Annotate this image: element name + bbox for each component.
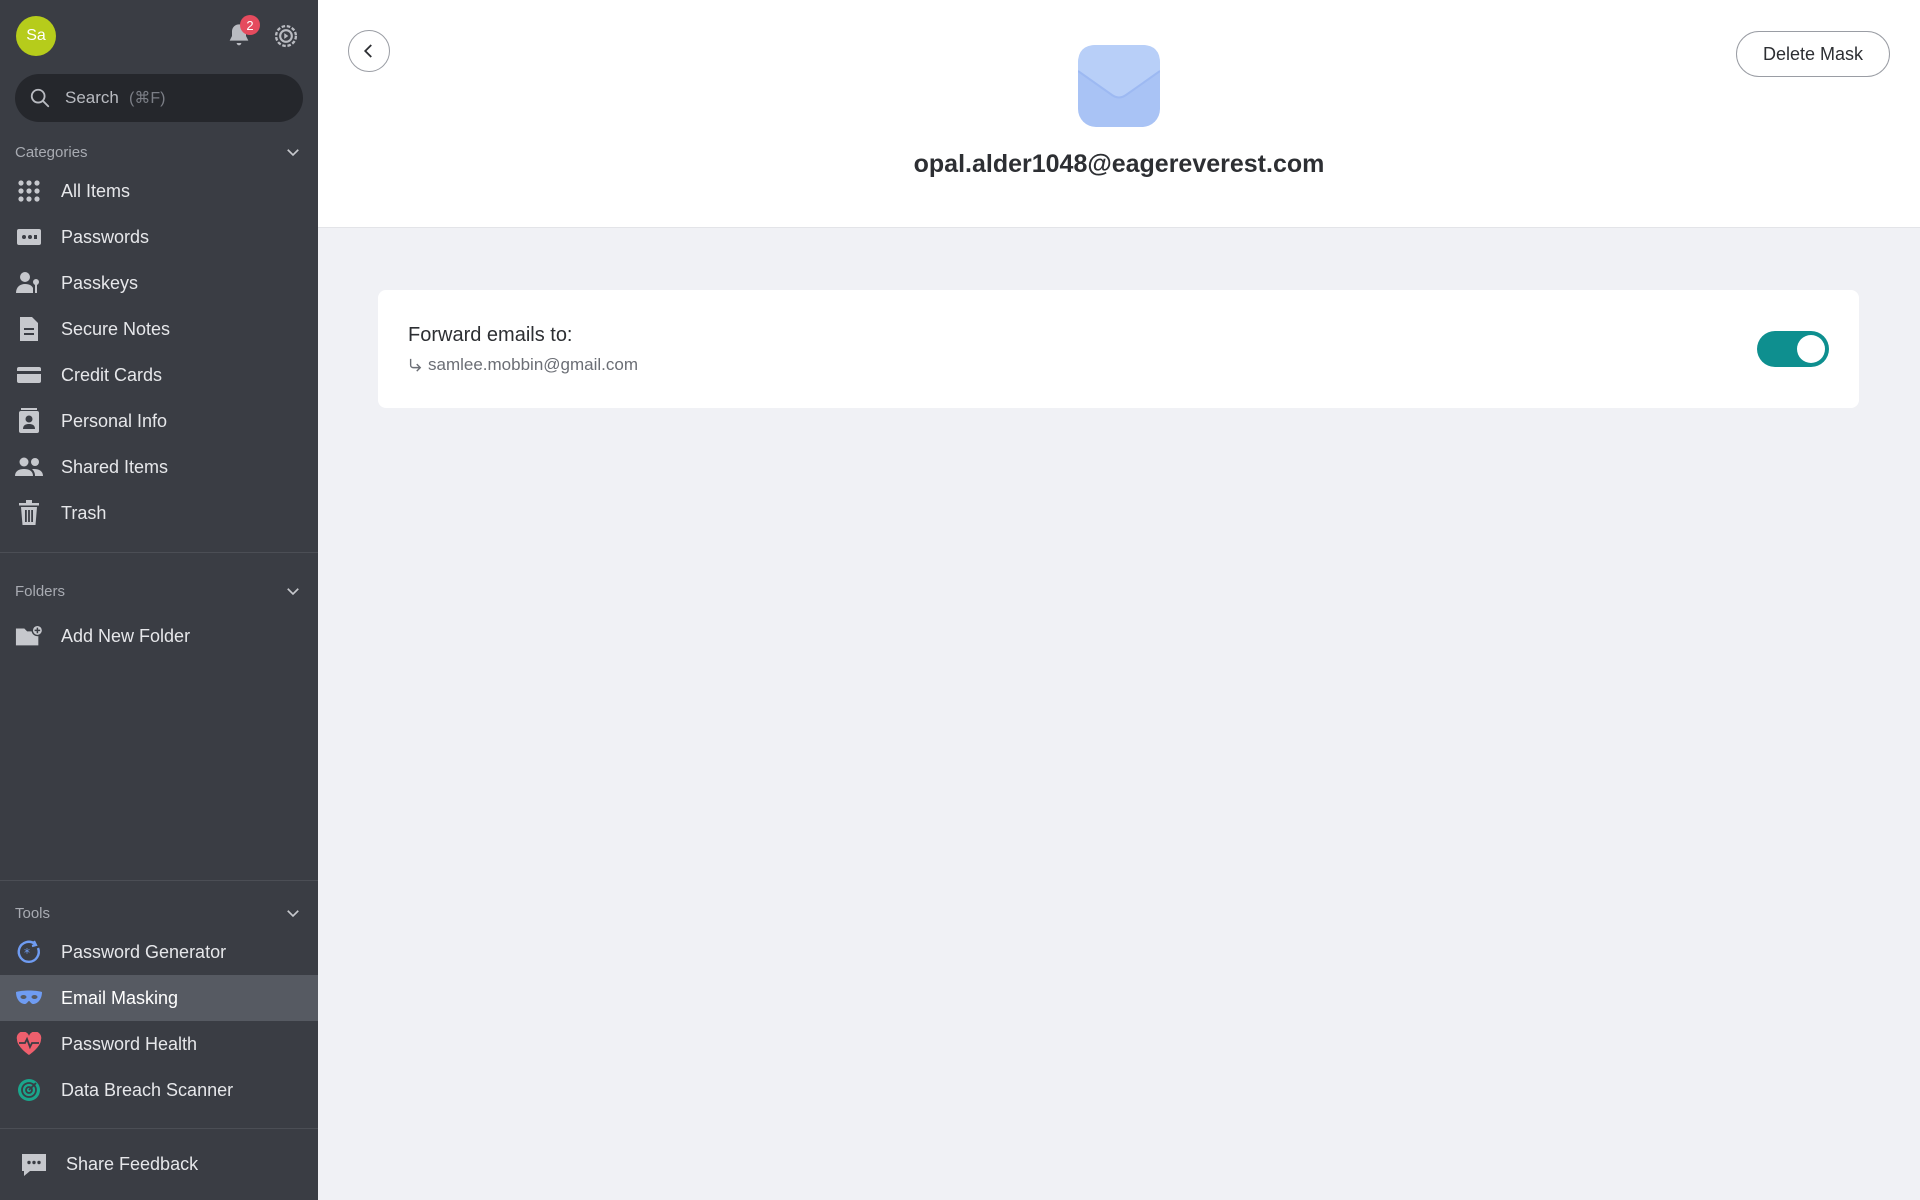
forward-emails-label: Forward emails to: (408, 323, 573, 346)
mask-detail-header: opal.alder1048@eagereverest.com Delete M… (318, 0, 1920, 228)
sidebar: Sa 2 (⌘F) Categories (0, 0, 318, 1200)
heart-pulse-icon (15, 1030, 43, 1058)
forward-target-email: samlee.mobbin@gmail.com (428, 354, 639, 374)
sidebar-divider (0, 552, 318, 553)
categories-title: Categories (15, 143, 88, 161)
sidebar-item-label: Password Generator (61, 941, 227, 962)
forward-emails-text: Forward emails to: samlee.mobbin@gmail.c… (408, 324, 638, 375)
sidebar-item-label: Trash (61, 502, 107, 523)
sidebar-item-label: Shared Items (61, 456, 169, 477)
folder-plus-icon (15, 622, 43, 650)
top-icons: 2 (222, 15, 302, 53)
sidebar-item-label: Email Masking (61, 987, 179, 1008)
forward-emails-card: Forward emails to: samlee.mobbin@gmail.c… (378, 290, 1859, 408)
contact-icon (15, 407, 43, 435)
sidebar-item-label: Secure Notes (61, 318, 171, 339)
tools-section: Tools * Password Generator Email Masking… (0, 880, 318, 1113)
categories-section: Categories All Items Passwords Passkeys … (0, 136, 318, 536)
search-box[interactable]: (⌘F) (15, 74, 303, 122)
share-feedback-button[interactable]: Share Feedback (0, 1128, 318, 1200)
credit-card-icon (15, 361, 43, 389)
tools-header[interactable]: Tools (0, 897, 318, 929)
folders-section: Folders Add New Folder (0, 563, 318, 659)
delete-mask-button[interactable]: Delete Mask (1735, 31, 1890, 77)
trash-icon (15, 499, 43, 527)
sidebar-item-secure-notes[interactable]: Secure Notes (0, 306, 318, 352)
sidebar-item-passkeys[interactable]: Passkeys (0, 260, 318, 306)
sidebar-item-label: Data Breach Scanner (61, 1079, 234, 1100)
sidebar-item-passwords[interactable]: Passwords (0, 214, 318, 260)
sidebar-item-label: All Items (61, 180, 131, 201)
forward-toggle[interactable] (1757, 331, 1829, 367)
back-button[interactable] (348, 30, 390, 72)
sidebar-item-password-generator[interactable]: * Password Generator (0, 929, 318, 975)
generator-icon: * (15, 938, 43, 966)
mail-icon (1078, 45, 1160, 127)
sidebar-item-label: Passwords (61, 226, 150, 247)
forward-target: samlee.mobbin@gmail.com (408, 355, 638, 375)
sidebar-item-data-breach-scanner[interactable]: Data Breach Scanner (0, 1067, 318, 1113)
sidebar-item-label: Personal Info (61, 410, 168, 431)
mask-icon (15, 984, 43, 1012)
sidebar-item-personal-info[interactable]: Personal Info (0, 398, 318, 444)
chat-bubble-icon (22, 1153, 46, 1176)
share-feedback-label: Share Feedback (66, 1154, 199, 1174)
sidebar-item-credit-cards[interactable]: Credit Cards (0, 352, 318, 398)
sidebar-topbar: Sa 2 (0, 0, 318, 72)
folders-title: Folders (15, 582, 66, 600)
toggle-knob (1797, 335, 1825, 363)
avatar[interactable]: Sa (16, 16, 56, 56)
categories-header[interactable]: Categories (0, 136, 318, 168)
add-new-folder-button[interactable]: Add New Folder (0, 613, 318, 659)
add-new-folder-label: Add New Folder (61, 625, 191, 646)
sidebar-item-trash[interactable]: Trash (0, 490, 318, 536)
gear-icon (274, 24, 298, 48)
password-card-icon (15, 223, 43, 251)
svg-text:*: * (24, 946, 30, 960)
mask-address: opal.alder1048@eagereverest.com (913, 150, 1325, 178)
chevron-down-icon[interactable] (283, 581, 303, 601)
tools-title: Tools (15, 904, 51, 922)
people-icon (15, 453, 43, 481)
scanner-icon (15, 1076, 43, 1104)
sidebar-item-label: Password Health (61, 1033, 198, 1054)
passkey-person-icon (15, 269, 43, 297)
note-icon (15, 315, 43, 343)
search-icon (30, 88, 50, 108)
notifications-button[interactable]: 2 (222, 15, 260, 53)
sidebar-item-password-health[interactable]: Password Health (0, 1021, 318, 1067)
sidebar-item-label: Credit Cards (61, 364, 163, 385)
notification-badge: 2 (240, 15, 260, 35)
search-shortcut: (⌘F) (129, 90, 166, 107)
grid-icon (15, 177, 43, 205)
main-panel: opal.alder1048@eagereverest.com Delete M… (318, 0, 1920, 1200)
app-window: Sa 2 (⌘F) Categories (0, 0, 1920, 1200)
sidebar-divider (0, 880, 318, 881)
sidebar-item-all-items[interactable]: All Items (0, 168, 318, 214)
sidebar-item-label: Passkeys (61, 272, 139, 293)
settings-button[interactable] (270, 20, 302, 52)
forward-arrow-icon (409, 358, 422, 372)
chevron-down-icon[interactable] (283, 142, 303, 162)
folders-header[interactable]: Folders (0, 575, 318, 607)
chevron-left-icon (363, 44, 372, 58)
chevron-down-icon[interactable] (283, 903, 303, 923)
sidebar-item-email-masking[interactable]: Email Masking (0, 975, 318, 1021)
sidebar-item-shared-items[interactable]: Shared Items (0, 444, 318, 490)
